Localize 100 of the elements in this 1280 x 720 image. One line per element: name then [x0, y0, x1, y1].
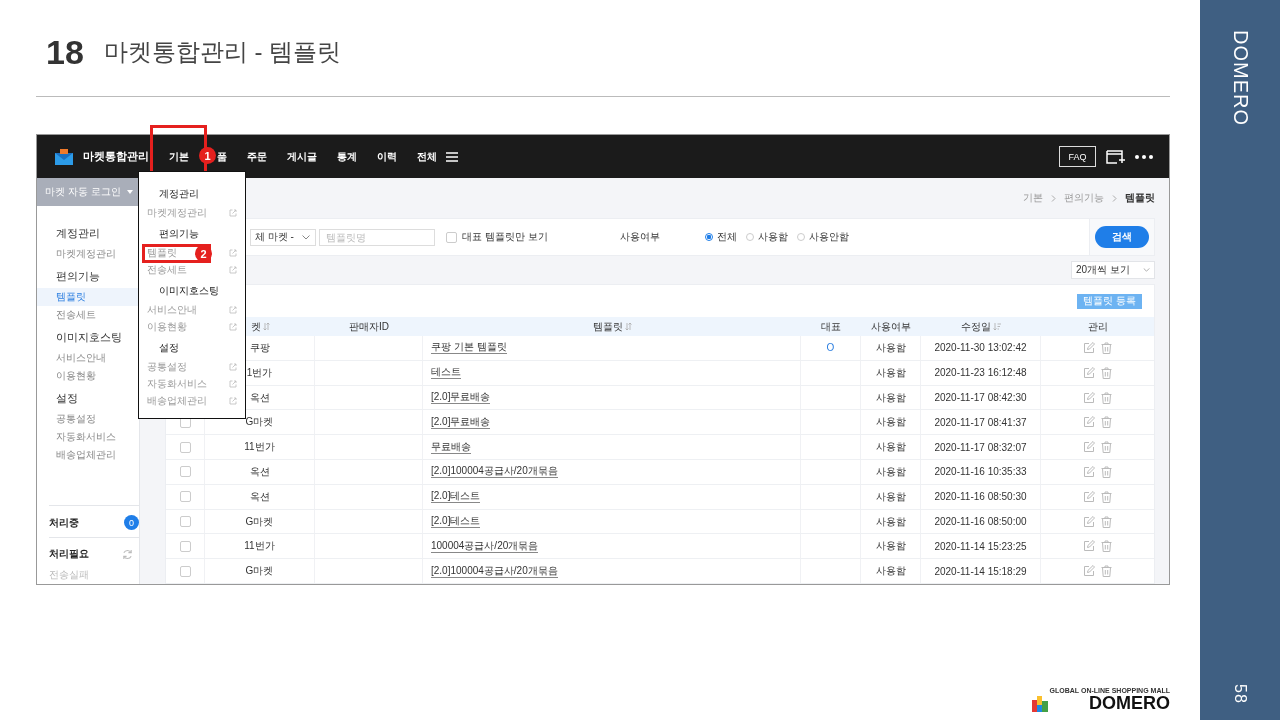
page-size-select[interactable]: 20개씩 보기 — [1071, 261, 1155, 280]
row-checkbox[interactable] — [179, 491, 191, 503]
delete-icon[interactable] — [1101, 540, 1112, 553]
edit-icon[interactable] — [1083, 341, 1095, 354]
nav-tab[interactable]: 전체 — [417, 149, 437, 164]
row-checkbox[interactable] — [179, 516, 191, 527]
breadcrumb-item: 템플릿 — [1125, 191, 1155, 206]
checkbox-option[interactable]: 대표 템플릿만 보기 — [446, 230, 548, 245]
sidebar-item[interactable]: 자동화서비스 — [37, 428, 139, 446]
delete-icon[interactable] — [1101, 565, 1112, 578]
radio-option[interactable]: 전체 — [704, 230, 737, 245]
nav-tab[interactable]: 주문 — [247, 149, 267, 164]
delete-icon[interactable] — [1101, 465, 1112, 478]
table-cell: 2020-11-23 16:12:48 — [921, 360, 1041, 385]
sidebar-item[interactable]: 전송세트 — [37, 306, 139, 324]
edit-icon[interactable] — [1083, 391, 1095, 404]
sidebar-item[interactable]: 이용현황 — [37, 367, 139, 385]
table-cell: 2020-11-17 08:42:30 — [921, 385, 1041, 410]
delete-icon[interactable] — [1101, 515, 1112, 528]
delete-icon[interactable] — [1101, 341, 1112, 354]
delete-icon[interactable] — [1101, 416, 1112, 429]
table-cell: G마켓 — [205, 509, 315, 534]
template-link[interactable]: 쿠팡 기본 템플릿 — [431, 341, 507, 355]
nav-tab[interactable]: 이력 — [377, 149, 397, 164]
menu-icon[interactable] — [446, 151, 458, 162]
table-cell: 2020-11-14 15:23:25 — [921, 534, 1041, 559]
radio-option[interactable]: 사용안함 — [796, 230, 849, 245]
radio-option[interactable]: 사용함 — [745, 230, 788, 245]
sidebar-heading: 설정 — [55, 391, 79, 406]
table-cell: 2020-11-16 08:50:30 — [921, 484, 1041, 509]
column-header: 관리 — [1087, 319, 1108, 334]
chevron-icon — [1112, 194, 1117, 202]
table-cell: 사용함 — [861, 360, 921, 385]
table-cell: 사용함 — [861, 385, 921, 410]
delete-icon[interactable] — [1101, 391, 1112, 404]
edit-icon[interactable] — [1083, 565, 1095, 578]
edit-icon[interactable] — [1083, 416, 1095, 429]
column-header[interactable]: 수정일 — [961, 319, 991, 334]
delete-icon[interactable] — [1101, 490, 1112, 503]
count-badge: 0 — [124, 515, 139, 530]
template-link[interactable]: [2.0]100004공급사/20개묶음 — [431, 564, 558, 578]
template-link[interactable]: 무료배송 — [431, 440, 471, 454]
column-header[interactable]: 켓 — [250, 319, 261, 334]
external-link-icon — [229, 209, 237, 217]
nav-tab[interactable]: 게시글 — [287, 149, 317, 164]
radio-icon[interactable] — [704, 233, 713, 242]
row-checkbox[interactable] — [179, 466, 191, 478]
delete-icon[interactable] — [1101, 441, 1112, 454]
logo-wordmark: DOMERO — [1089, 694, 1170, 712]
table-cell: 사용함 — [861, 336, 921, 360]
nav-tab[interactable]: 통계 — [337, 149, 357, 164]
template-link[interactable]: [2.0]테스트 — [431, 490, 481, 504]
status-label: 처리필요 — [49, 547, 89, 561]
sidebar-item[interactable]: 마켓계정관리 — [37, 245, 139, 263]
sort-icon[interactable] — [262, 323, 270, 331]
delete-icon[interactable] — [1101, 366, 1112, 379]
column-header[interactable]: 템플릿 — [592, 319, 623, 334]
window-plus-icon[interactable] — [1106, 148, 1125, 165]
row-checkbox[interactable] — [179, 441, 191, 453]
refresh-icon[interactable] — [122, 548, 133, 560]
table-cell: 2020-11-17 08:32:07 — [921, 435, 1041, 459]
edit-icon[interactable] — [1083, 465, 1095, 478]
table-cell: 11번가 — [205, 534, 315, 559]
nav-tab[interactable]: 품 — [217, 149, 227, 164]
faq-button[interactable]: FAQ — [1059, 146, 1096, 167]
sidebar-item[interactable]: 공통설정 — [37, 410, 139, 428]
template-name-field[interactable]: 템플릿명 — [319, 228, 435, 246]
edit-icon[interactable] — [1083, 490, 1095, 503]
template-link[interactable]: 100004공급사/20개묶음 — [431, 539, 539, 553]
template-link[interactable]: 테스트 — [431, 366, 461, 380]
sidebar-heading: 이미지호스팅 — [55, 330, 123, 345]
sidebar-item[interactable]: 서비스안내 — [37, 349, 139, 367]
sidebar-item[interactable]: 템플릿 — [37, 288, 139, 306]
checkbox[interactable] — [446, 231, 457, 243]
brand-mark-icon — [1031, 696, 1048, 712]
external-link-icon — [229, 266, 237, 274]
row-checkbox[interactable] — [179, 540, 191, 552]
template-link[interactable]: [2.0]100004공급사/20개묶음 — [431, 465, 558, 479]
template-link[interactable]: [2.0]무료배송 — [431, 415, 491, 429]
menu-heading: 이미지호스팅 — [158, 284, 220, 298]
row-checkbox[interactable] — [179, 565, 191, 577]
chevron-down-icon — [1143, 268, 1150, 273]
sort-icon[interactable] — [993, 323, 1001, 331]
sidebar-item[interactable]: 배송업체관리 — [37, 446, 139, 464]
external-link-icon — [229, 397, 237, 405]
sort-icon[interactable] — [624, 323, 632, 331]
edit-icon[interactable] — [1083, 366, 1095, 379]
table-cell: 2020-11-16 08:50:00 — [921, 509, 1041, 534]
edit-icon[interactable] — [1083, 540, 1095, 553]
column-header: 사용여부 — [871, 319, 911, 334]
edit-icon[interactable] — [1083, 515, 1095, 528]
template-link[interactable]: [2.0]테스트 — [431, 515, 481, 528]
more-icon[interactable] — [1135, 154, 1153, 159]
search-button[interactable]: 검색 — [1095, 226, 1149, 249]
edit-icon[interactable] — [1083, 441, 1095, 454]
nav-tab[interactable]: 기본 — [169, 149, 189, 164]
usage-label: 사용여부 — [619, 230, 660, 245]
market-select[interactable]: 체 마켓 - — [250, 228, 316, 246]
external-link-icon — [229, 380, 237, 388]
template-link[interactable]: [2.0]무료배송 — [431, 391, 491, 404]
